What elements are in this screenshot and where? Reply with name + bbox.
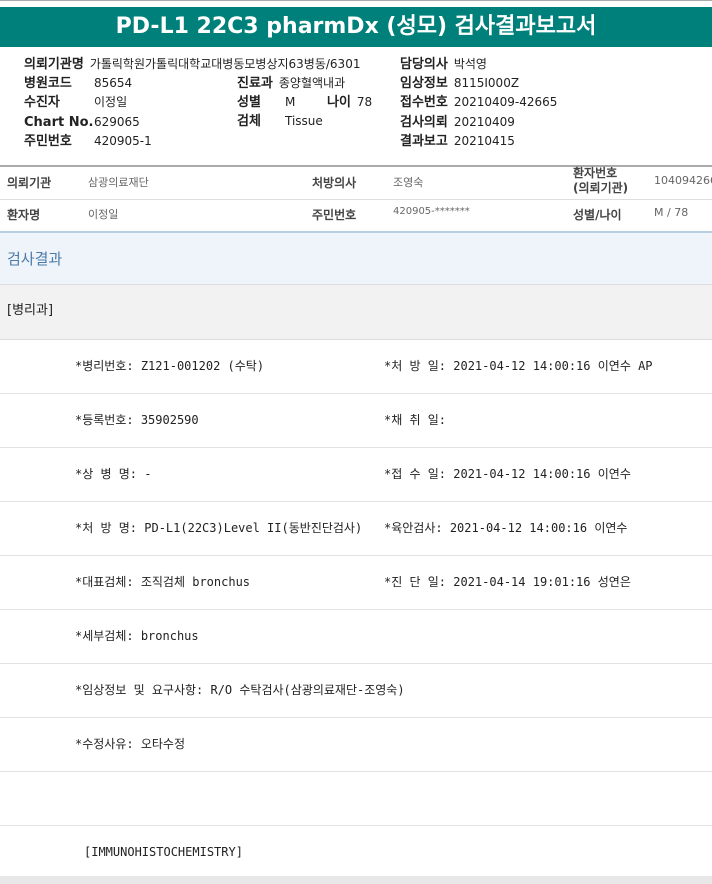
- value: 420905-1: [94, 134, 152, 148]
- recv-field: 접수번호 20210409-42665: [400, 93, 557, 112]
- label: 성별/나이: [573, 208, 622, 222]
- result-row: *수정사유: 오타수정: [0, 718, 712, 772]
- spec-field: 검체 Tissue: [237, 112, 323, 131]
- label: 결과보고: [400, 134, 448, 149]
- value: 이정일: [88, 208, 119, 221]
- label: 나이: [327, 95, 351, 110]
- right-field: *육안검사: 2021-04-12 14:00:16 이연수: [384, 521, 628, 535]
- value: Tissue: [285, 114, 323, 128]
- section-title: 검사결과: [0, 231, 712, 285]
- result-row: *대표검체: 조직검체 bronchus *진 단 일: 2021-04-14 1…: [0, 556, 712, 610]
- patient-field: 수진자 이정일: [24, 93, 127, 112]
- left-field: *세부검체: bronchus: [75, 629, 199, 643]
- left-field: *임상정보 및 요구사항: R/O 수탁검사(삼광의료재단-조영숙): [75, 683, 405, 697]
- right-field: *채 취 일:: [384, 413, 447, 427]
- left-field: *등록번호: 35902590: [75, 413, 199, 427]
- result-row: [0, 772, 712, 826]
- value: 종양혈액내과: [278, 76, 346, 90]
- value: 629065: [94, 115, 140, 129]
- clin-field: 임상정보 8115I000Z: [400, 74, 519, 93]
- top-border: [0, 0, 712, 7]
- table-row: 환자명 이정일 주민번호 420905-******* 성별/나이 M / 78: [0, 200, 712, 231]
- value: 20210415: [453, 134, 515, 148]
- id-field: 주민번호 420905-1: [24, 132, 152, 151]
- value: 박석영: [453, 57, 487, 71]
- result-row: *등록번호: 35902590 *채 취 일:: [0, 394, 712, 448]
- ihc-heading: [IMMUNOHISTOCHEMISTRY]: [84, 845, 243, 859]
- result-row: *병리번호: Z121-001202 (수탁) *처 방 일: 2021-04-1…: [0, 340, 712, 394]
- left-field: *상 병 명: -: [75, 467, 152, 481]
- left-field: *처 방 명: PD-L1(22C3)Level II(동반진단검사): [75, 521, 363, 535]
- label: 주민번호: [312, 208, 357, 222]
- table-row: 의뢰기관 삼광의료재단 처방의사 조영숙 환자번호 (의뢰기관) 1040942…: [0, 166, 712, 200]
- inst-field: 의뢰기관명 가톨릭학원가톨릭대학교대병동모병상지63병동/6301: [24, 55, 360, 74]
- label: 검사의뢰: [400, 115, 448, 130]
- label: 병원코드: [24, 76, 72, 91]
- label: 의뢰기관: [7, 176, 52, 190]
- code-field: 병원코드 85654: [24, 74, 132, 93]
- value: 20210409-42665: [453, 95, 558, 109]
- ihc-row: [IMMUNOHISTOCHEMISTRY]: [0, 826, 712, 876]
- value: M / 78: [654, 206, 689, 219]
- label: 접수번호: [400, 95, 448, 110]
- value: M: [285, 95, 296, 109]
- label: 검체: [237, 114, 261, 129]
- label: 임상정보: [400, 76, 448, 91]
- left-field: *수정사유: 오타수정: [75, 737, 185, 751]
- department-label: [병리과]: [0, 285, 712, 340]
- result-row: *상 병 명: - *접 수 일: 2021-04-12 14:00:16 이연수: [0, 448, 712, 502]
- dept-field: 진료과 종양혈액내과: [237, 74, 345, 93]
- left-field: *대표검체: 조직검체 bronchus: [75, 575, 251, 589]
- report-field: 결과보고 20210415: [400, 132, 515, 151]
- value: 삼광의료재단: [88, 176, 149, 189]
- label: (의뢰기관): [573, 181, 629, 195]
- label: 처방의사: [312, 176, 357, 190]
- value: 85654: [94, 76, 133, 90]
- value: 20210409: [453, 115, 515, 129]
- left-field: *병리번호: Z121-001202 (수탁): [75, 359, 265, 373]
- result-row: *세부검체: bronchus: [0, 610, 712, 664]
- bottom-bar: [0, 876, 712, 884]
- chart-field: Chart No.629065: [24, 113, 140, 132]
- result-row: *임상정보 및 요구사항: R/O 수탁검사(삼광의료재단-조영숙): [0, 664, 712, 718]
- sex-field: 성별 M: [237, 93, 295, 112]
- value: 1040942665: [654, 174, 712, 187]
- value: 78: [356, 95, 373, 109]
- report-title: PD-L1 22C3 pharmDx (성모) 검사결과보고서: [0, 7, 712, 47]
- value: 이정일: [94, 95, 128, 109]
- age-field: 나이 78: [327, 93, 372, 112]
- label: 의뢰기관명: [24, 57, 84, 72]
- label: 진료과: [237, 76, 273, 91]
- label: Chart No.: [24, 115, 94, 130]
- right-field: *처 방 일: 2021-04-12 14:00:16 이연수 AP: [384, 359, 653, 373]
- doctor-field: 담당의사 박석영: [400, 55, 487, 74]
- label: 수진자: [24, 95, 60, 110]
- value: 가톨릭학원가톨릭대학교대병동모병상지63병동/6301: [89, 57, 361, 71]
- label: 담당의사: [400, 57, 448, 72]
- label: 환자명: [7, 208, 41, 222]
- req-field: 검사의뢰 20210409: [400, 113, 515, 132]
- value: 8115I000Z: [453, 76, 520, 90]
- label: 성별: [237, 95, 261, 110]
- right-field: *접 수 일: 2021-04-12 14:00:16 이연수: [384, 467, 631, 481]
- right-field: *진 단 일: 2021-04-14 19:01:16 성연은: [384, 575, 631, 589]
- result-row: *처 방 명: PD-L1(22C3)Level II(동반진단검사) *육안검사…: [0, 502, 712, 556]
- label: 주민번호: [24, 134, 72, 149]
- value: 420905-*******: [393, 206, 470, 217]
- value: 조영숙: [393, 176, 424, 189]
